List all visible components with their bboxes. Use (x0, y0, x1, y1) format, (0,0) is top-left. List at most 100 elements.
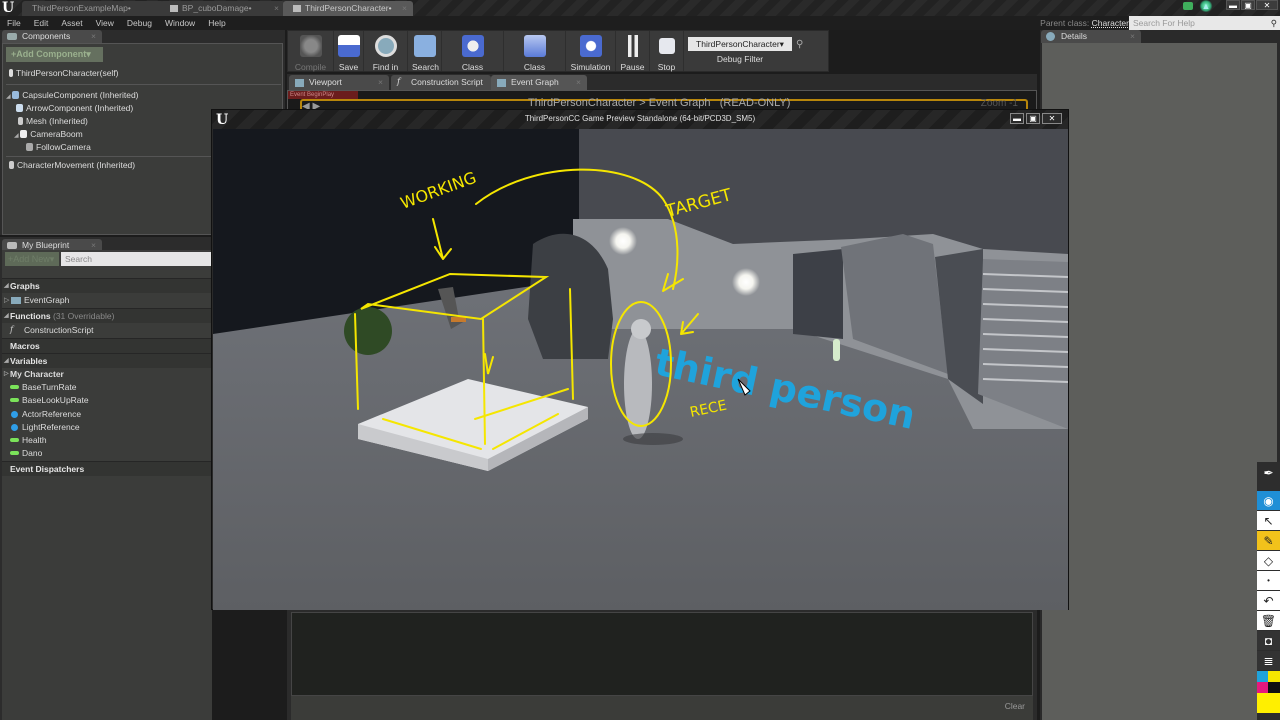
notification-icon[interactable] (1183, 2, 1193, 10)
close-tab-icon[interactable]: × (402, 1, 407, 16)
pause-button[interactable]: Pause (616, 31, 650, 72)
variable-item[interactable]: Dano (2, 447, 212, 460)
variable-name: ActorReference (22, 408, 82, 419)
color-swatch-magenta[interactable] (1257, 682, 1268, 693)
variable-item[interactable]: BaseTurnRate (2, 381, 212, 394)
add-new-button[interactable]: +Add New▾ (5, 252, 59, 266)
class-defaults-button[interactable]: Class Defaults (504, 31, 566, 82)
minimize-button[interactable]: ▬ (1226, 0, 1240, 10)
graph-item-eventgraph[interactable]: ▷ EventGraph (2, 293, 212, 308)
blueprint-search-input[interactable]: Search (61, 252, 212, 266)
variable-item[interactable]: BaseLookUpRate (2, 394, 212, 407)
details-tab[interactable]: Details × (1041, 30, 1141, 43)
section-label: Functions (10, 311, 51, 321)
my-blueprint-body: +Add New▾ Search ◢ Graphs ▷ EventGraph ◢ Fu… (2, 250, 212, 720)
button-label: Compile (294, 62, 327, 72)
close-tab-icon[interactable]: × (91, 30, 96, 43)
menu-debug[interactable]: Debug (120, 18, 158, 28)
pointer-icon[interactable]: ↖ (1257, 511, 1280, 530)
eraser-icon[interactable]: ◇ (1257, 551, 1280, 570)
simulation-button[interactable]: Simulation (566, 31, 616, 72)
camera-icon[interactable]: ◘ (1257, 631, 1280, 650)
bush (344, 307, 392, 355)
add-component-button[interactable]: +Add Component▾ (6, 47, 103, 62)
collapse-arrow-icon[interactable]: ▷ (4, 293, 9, 308)
section-variables[interactable]: ◢ Variables (2, 353, 212, 368)
simulation-icon (579, 35, 602, 57)
find-in-cb-button[interactable]: Find in CB (364, 31, 408, 82)
log-footer: Clear (291, 696, 1033, 720)
component-root[interactable]: ThirdPersonCharacter(self) (6, 67, 281, 80)
section-macros[interactable]: Macros (2, 338, 212, 353)
pen-icon[interactable]: ✒ (1257, 462, 1280, 484)
variable-item[interactable]: Health (2, 434, 212, 447)
menu-view[interactable]: View (89, 18, 120, 28)
button-label: Pause (620, 62, 645, 72)
arrow-component-icon (16, 104, 23, 112)
menu-edit[interactable]: Edit (27, 18, 55, 28)
tutorial-hat-icon[interactable]: ▲ (1199, 0, 1213, 12)
unreal-logo-icon: U (2, 0, 15, 16)
notes-icon[interactable]: ≣ (1257, 651, 1280, 670)
clear-button[interactable]: Clear (1005, 701, 1025, 711)
tab-event-graph[interactable]: Event Graph × (491, 75, 587, 90)
trash-icon[interactable]: 🗑 (1257, 611, 1280, 630)
variable-category[interactable]: ▷ My Character (2, 368, 212, 381)
section-graphs[interactable]: ◢ Graphs (2, 278, 212, 293)
function-item-label: ConstructionScript (24, 325, 94, 335)
section-functions[interactable]: ◢ Functions (31 Overridable) (2, 308, 212, 323)
close-tab-icon[interactable]: × (576, 75, 581, 90)
event-node[interactable]: Event BeginPlay (288, 91, 358, 99)
variable-item[interactable]: ActorReference (2, 408, 212, 421)
tab-viewport[interactable]: Viewport × (289, 75, 389, 90)
stop-button[interactable]: Stop (650, 31, 684, 72)
variable-item[interactable]: LightReference (2, 421, 212, 434)
highlighter-icon[interactable]: ✎ (1257, 531, 1280, 550)
active-color[interactable] (1257, 693, 1280, 713)
color-swatch-black[interactable] (1268, 682, 1280, 693)
close-tab-icon[interactable]: × (1130, 30, 1135, 43)
minimize-button[interactable]: ▬ (1010, 113, 1024, 124)
color-swatch-cyan[interactable] (1257, 671, 1268, 682)
doc-tab-label: ThirdPersonExampleMap• (32, 3, 131, 13)
function-item-constructionscript[interactable]: f ConstructionScript (2, 323, 212, 338)
doc-tab-map[interactable]: ThirdPersonExampleMap• (22, 1, 164, 16)
tab-construction-script[interactable]: f Construction Script (391, 75, 491, 90)
log-area[interactable] (291, 612, 1033, 696)
debug-filter-select[interactable]: ThirdPersonCharacter▾ (688, 37, 792, 51)
breadcrumb-class[interactable]: ThirdPersonCharacter (528, 97, 636, 109)
maximize-button[interactable]: ▣ (1241, 0, 1255, 10)
section-label: Variables (10, 356, 48, 366)
parent-class-link[interactable]: Character (1092, 18, 1129, 28)
close-button[interactable]: ✕ (1256, 0, 1278, 10)
close-button[interactable]: ✕ (1042, 113, 1062, 124)
help-search-input[interactable]: Search For Help ⚲ (1129, 16, 1280, 30)
component-label: CameraBoom (30, 129, 83, 139)
undo-icon[interactable]: ↶ (1257, 591, 1280, 610)
color-swatch-yellow[interactable] (1268, 671, 1280, 682)
doc-tab-cubodamage[interactable]: BP_cuboDamage• × (160, 1, 285, 16)
search-button[interactable]: Search (408, 31, 442, 72)
close-tab-icon[interactable]: × (274, 1, 279, 16)
doc-tab-thirdpersoncharacter[interactable]: ThirdPersonCharacter• × (283, 1, 413, 16)
save-button[interactable]: Save (334, 31, 364, 72)
menu-asset[interactable]: Asset (54, 18, 88, 28)
component-capsule[interactable]: ◢ CapsuleComponent (Inherited) (6, 89, 281, 102)
class-settings-button[interactable]: Class Settings (442, 31, 504, 82)
debug-search-icon[interactable]: ⚲ (796, 31, 803, 71)
info-icon (1046, 32, 1055, 41)
collapse-arrow-icon[interactable]: ▷ (4, 368, 9, 381)
section-event-dispatchers[interactable]: Event Dispatchers (2, 460, 212, 476)
maximize-button[interactable]: ▣ (1026, 113, 1040, 124)
variable-name: Dano (22, 448, 43, 459)
window-controls: ▬ ▣ ✕ (1226, 0, 1278, 11)
components-tab[interactable]: Components × (2, 30, 102, 43)
eye-icon[interactable]: ◉ (1257, 491, 1280, 510)
menu-file[interactable]: File (0, 18, 27, 28)
menu-help[interactable]: Help (201, 18, 231, 28)
compile-button[interactable]: Compile (288, 31, 334, 72)
close-tab-icon[interactable]: × (378, 75, 383, 90)
menu-window[interactable]: Window (158, 18, 201, 28)
dot-size-icon[interactable]: • (1257, 571, 1280, 590)
game-viewport[interactable]: third person WORKING TARGET RECE (213, 129, 1068, 610)
